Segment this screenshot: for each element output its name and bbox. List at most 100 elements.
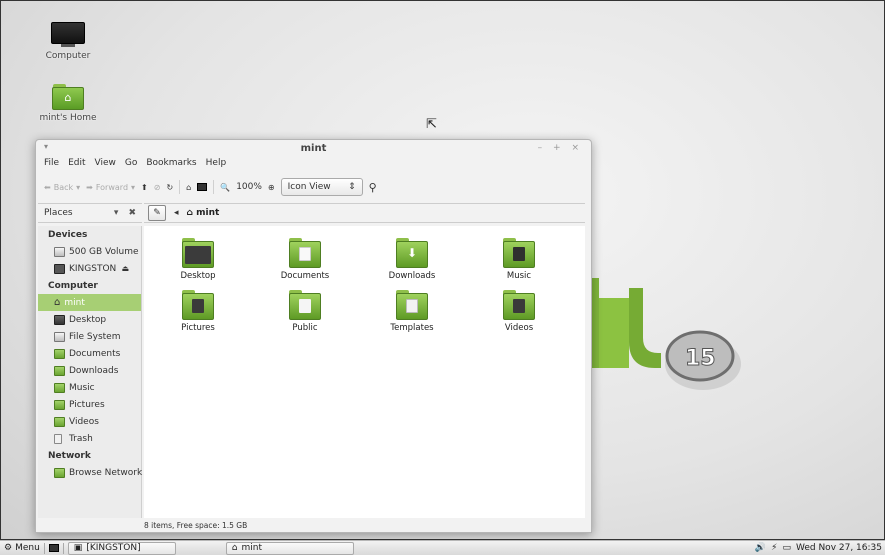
sidebar-item-videos[interactable]: Videos bbox=[38, 413, 141, 430]
menu-go[interactable]: Go bbox=[125, 158, 137, 172]
home-icon: ⌂ bbox=[54, 297, 61, 308]
file-item-label: Pictures bbox=[181, 323, 215, 333]
toggle-location-entry-button[interactable]: ✎ bbox=[148, 205, 166, 221]
home-folder-icon: ⌂ bbox=[52, 84, 84, 110]
music-folder-icon bbox=[54, 382, 65, 393]
sidebar-heading-computer: Computer bbox=[48, 281, 98, 291]
drive-icon bbox=[54, 331, 65, 342]
sidebar-item-pictures[interactable]: Pictures bbox=[38, 396, 141, 413]
file-item-templates[interactable]: Templates bbox=[367, 290, 457, 333]
downloads-folder-icon bbox=[54, 365, 65, 376]
show-desktop-icon[interactable] bbox=[48, 544, 59, 552]
downloads-folder-icon: ⬇ bbox=[396, 238, 428, 268]
zoom-in-button[interactable]: ⊕ bbox=[268, 183, 275, 192]
desktop-icon-computer[interactable]: Computer bbox=[33, 22, 103, 61]
menu-gear-icon: ⚙ bbox=[4, 543, 13, 553]
window-titlebar[interactable]: ▾ mint – + × bbox=[36, 140, 591, 157]
taskbar-separator bbox=[62, 542, 64, 554]
file-item-label: Videos bbox=[504, 323, 534, 333]
sidebar-item-label: KINGSTON bbox=[69, 263, 117, 274]
stop-button[interactable]: ⊘ bbox=[154, 183, 161, 192]
zoom-out-icon: 🔍 bbox=[220, 182, 231, 192]
places-label: Places bbox=[44, 208, 73, 218]
task-mint[interactable]: ⌂ mint bbox=[225, 541, 354, 555]
places-selector[interactable]: Places ▾ ✖ bbox=[38, 203, 142, 223]
reload-button[interactable]: ↻ bbox=[166, 183, 173, 192]
sidebar-item-mint[interactable]: ⌂ mint bbox=[38, 294, 141, 311]
menu-label: Menu bbox=[15, 543, 40, 553]
file-item-pictures[interactable]: Pictures bbox=[153, 290, 243, 333]
task-kingston[interactable]: ▣ [KINGSTON] bbox=[67, 541, 176, 555]
volume-icon[interactable]: 🔊 bbox=[755, 543, 766, 553]
file-item-documents[interactable]: Documents bbox=[260, 238, 350, 281]
home-button[interactable]: ⌂ bbox=[186, 183, 191, 192]
up-button[interactable]: ⬆ bbox=[141, 183, 148, 192]
taskbar-separator bbox=[43, 542, 45, 554]
search-icon: ⚲ bbox=[368, 180, 377, 194]
home-icon: ⌂ bbox=[231, 543, 238, 553]
sidebar-item-downloads[interactable]: Downloads bbox=[38, 362, 141, 379]
back-arrow-icon: ⬅ bbox=[44, 182, 51, 192]
desktop-icon-label: Computer bbox=[45, 51, 91, 61]
breadcrumb-mint[interactable]: ⌂ mint bbox=[187, 208, 220, 218]
battery-icon[interactable]: ▭ bbox=[782, 543, 791, 553]
status-bar: 8 items, Free space: 1.5 GB bbox=[144, 521, 248, 530]
sidebar-item-label: Trash bbox=[69, 433, 93, 444]
zoom-level: 100% bbox=[236, 182, 262, 192]
sidebar-item-500gb-volume[interactable]: 500 GB Volume bbox=[38, 243, 141, 260]
videos-folder-icon bbox=[54, 416, 65, 427]
file-item-music[interactable]: Music bbox=[474, 238, 564, 281]
sidebar-item-desktop[interactable]: Desktop bbox=[38, 311, 141, 328]
file-item-label: Templates bbox=[390, 323, 434, 333]
zoom-in-icon: ⊕ bbox=[267, 182, 275, 192]
path-bar: ✎ ◂ ⌂ mint bbox=[144, 203, 585, 223]
forward-button[interactable]: ➡ Forward ▾ bbox=[86, 183, 135, 192]
zoom-out-button[interactable]: 🔍 bbox=[220, 183, 230, 192]
file-item-videos[interactable]: Videos bbox=[474, 290, 564, 333]
file-item-label: Music bbox=[506, 271, 532, 281]
sidebar-item-label: Pictures bbox=[69, 399, 105, 410]
sidebar-item-music[interactable]: Music bbox=[38, 379, 141, 396]
file-item-public[interactable]: Public bbox=[260, 290, 350, 333]
file-item-desktop[interactable]: Desktop bbox=[153, 238, 243, 281]
network-status-icon[interactable]: ⚡ bbox=[771, 543, 777, 553]
file-item-downloads[interactable]: ⬇ Downloads bbox=[367, 238, 457, 281]
search-button[interactable]: ⚲ bbox=[369, 181, 377, 194]
stop-icon: ⊘ bbox=[153, 182, 161, 192]
templates-folder-icon bbox=[396, 290, 428, 320]
menu-file[interactable]: File bbox=[44, 158, 59, 172]
file-item-label: Downloads bbox=[388, 271, 436, 281]
menu-view[interactable]: View bbox=[95, 158, 116, 172]
breadcrumb-label: mint bbox=[196, 208, 220, 218]
menu-edit[interactable]: Edit bbox=[68, 158, 85, 172]
file-view[interactable]: Desktop Documents ⬇ Downloads Music Pict… bbox=[144, 226, 585, 518]
network-icon bbox=[54, 467, 65, 478]
chevron-down-icon[interactable]: ▾ bbox=[114, 208, 119, 218]
desktop-icon-home[interactable]: ⌂ mint's Home bbox=[33, 84, 103, 123]
minimize-button[interactable]: – bbox=[538, 143, 547, 153]
eject-icon[interactable]: ⏏ bbox=[121, 264, 129, 273]
pictures-folder-icon bbox=[54, 399, 65, 410]
videos-folder-icon bbox=[503, 290, 535, 320]
maximize-button[interactable]: + bbox=[553, 143, 565, 153]
file-manager-window: ▾ mint – + × File Edit View Go Bookmarks… bbox=[35, 139, 592, 533]
sidebar-item-browse-network[interactable]: Browse Network bbox=[38, 464, 142, 481]
menu-help[interactable]: Help bbox=[206, 158, 227, 172]
sidebar-item-trash[interactable]: Trash bbox=[38, 430, 141, 447]
sidebar-item-kingston[interactable]: KINGSTON ⏏ bbox=[38, 260, 141, 277]
sidebar-item-label: Desktop bbox=[69, 314, 107, 325]
sidebar: Devices 500 GB Volume KINGSTON ⏏ Computer… bbox=[38, 226, 142, 518]
view-mode-select[interactable]: Icon View ⇕ bbox=[280, 178, 363, 196]
close-sidebar-icon[interactable]: ✖ bbox=[128, 208, 136, 218]
path-back-arrow-icon[interactable]: ◂ bbox=[174, 208, 179, 218]
close-button[interactable]: × bbox=[571, 143, 583, 153]
forward-arrow-icon: ➡ bbox=[86, 182, 93, 192]
computer-button[interactable] bbox=[197, 183, 208, 191]
back-button[interactable]: ⬅ Back ▾ bbox=[44, 183, 80, 192]
usb-drive-icon bbox=[54, 263, 65, 274]
menu-button[interactable]: ⚙ Menu bbox=[0, 543, 40, 553]
clock[interactable]: Wed Nov 27, 16:35 bbox=[796, 543, 882, 553]
sidebar-item-documents[interactable]: Documents bbox=[38, 345, 141, 362]
sidebar-item-file-system[interactable]: File System bbox=[38, 328, 141, 345]
menu-bookmarks[interactable]: Bookmarks bbox=[146, 158, 196, 172]
